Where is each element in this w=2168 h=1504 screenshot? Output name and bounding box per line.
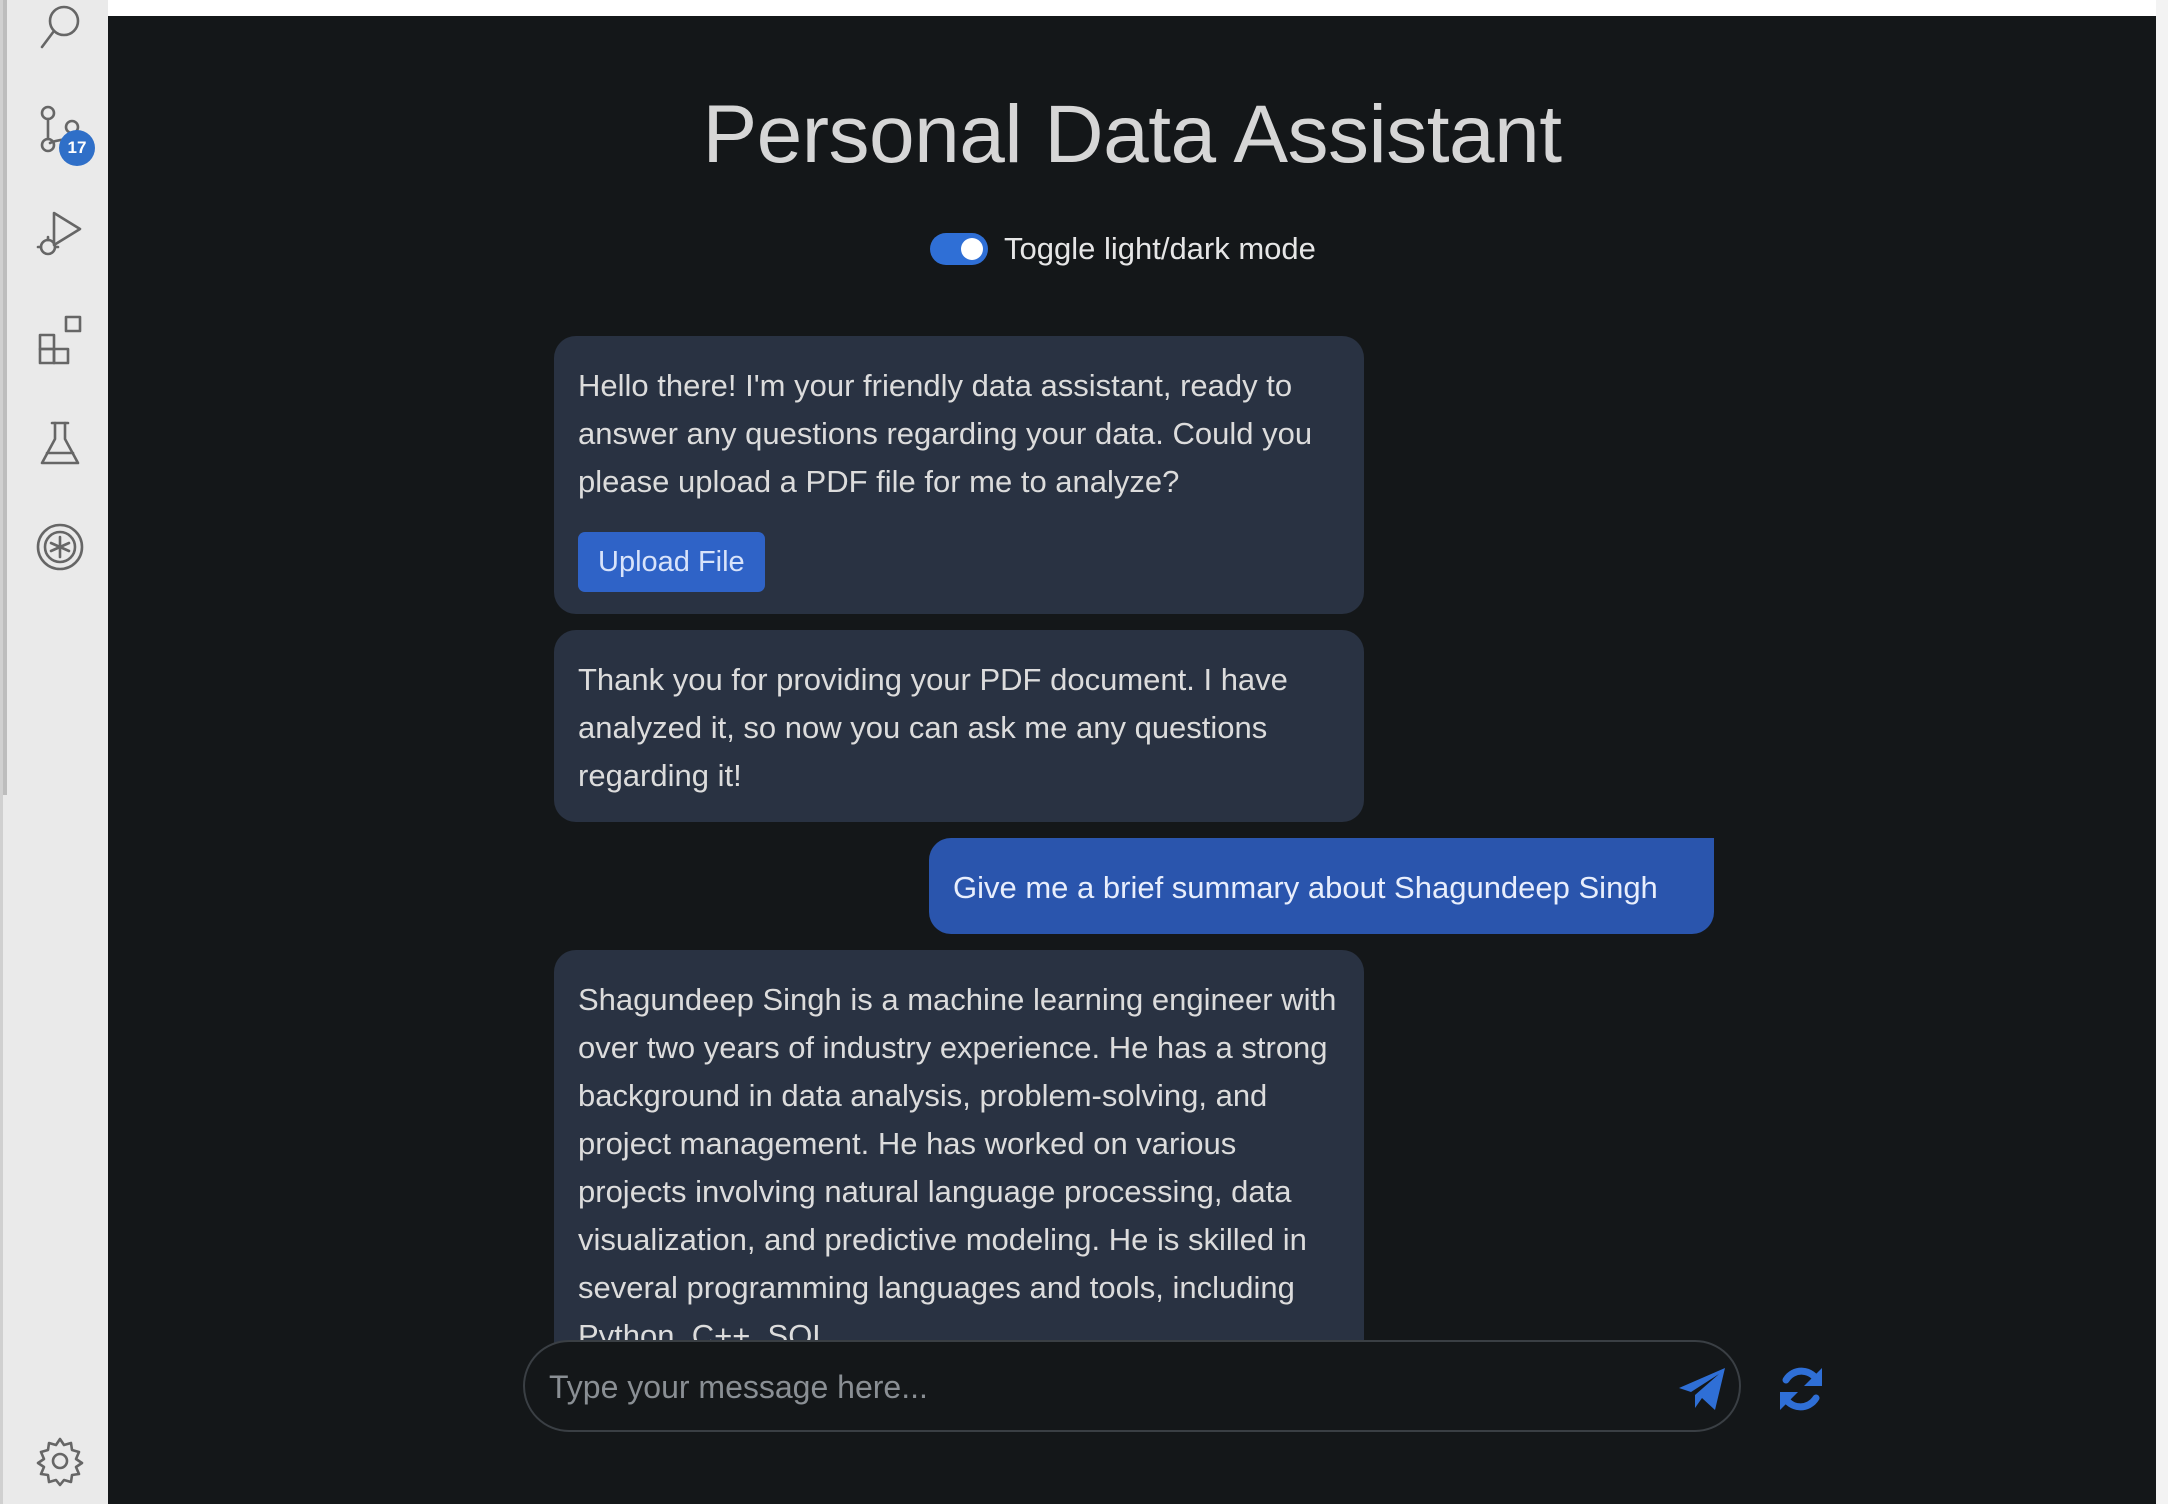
run-debug-icon[interactable]: [33, 206, 87, 260]
refresh-icon: [1780, 1367, 1822, 1411]
theme-toggle-switch[interactable]: [930, 233, 988, 265]
message-text: Shagundeep Singh is a machine learning e…: [578, 982, 1337, 1348]
toggle-knob: [961, 238, 983, 260]
settings-gear-icon[interactable]: [33, 1434, 87, 1488]
extensions-icon[interactable]: [33, 312, 87, 366]
assistant-message: Hello there! I'm your friendly data assi…: [554, 336, 1364, 614]
source-control-badge: 17: [59, 130, 95, 166]
assistant-message: Thank you for providing your PDF documen…: [554, 630, 1364, 822]
message-composer: [523, 1340, 1822, 1432]
theme-toggle-label[interactable]: Toggle light/dark mode: [1004, 231, 1316, 267]
upload-file-button[interactable]: Upload File: [578, 532, 765, 592]
window-right-edge: [2156, 0, 2168, 1504]
message-text: Give me a brief summary about Shagundeep…: [953, 870, 1658, 905]
activity-bar-scroll-indicator: [3, 0, 7, 795]
message-text: Hello there! I'm your friendly data assi…: [578, 368, 1313, 499]
page-title: Personal Data Assistant: [702, 89, 1562, 180]
theme-toggle-row: Toggle light/dark mode: [930, 227, 1316, 271]
assistant-message: Shagundeep Singh is a machine learning e…: [554, 950, 1364, 1348]
top-strip: [108, 0, 2156, 16]
refresh-button[interactable]: [1774, 1362, 1828, 1416]
chat-app: Personal Data Assistant Toggle light/dar…: [108, 16, 2156, 1504]
source-control-icon[interactable]: 17: [33, 102, 95, 166]
message-text: Thank you for providing your PDF documen…: [578, 662, 1288, 793]
chat-messages[interactable]: Hello there! I'm your friendly data assi…: [554, 336, 1854, 1348]
user-message: Give me a brief summary about Shagundeep…: [929, 838, 1714, 934]
send-button[interactable]: [1675, 1362, 1729, 1416]
activity-bar: 17: [0, 0, 108, 1504]
testing-icon[interactable]: [33, 416, 87, 470]
remote-explorer-icon[interactable]: [33, 520, 87, 574]
search-icon[interactable]: [33, 0, 87, 54]
message-input[interactable]: [549, 1362, 1509, 1412]
send-icon: [1679, 1368, 1725, 1410]
